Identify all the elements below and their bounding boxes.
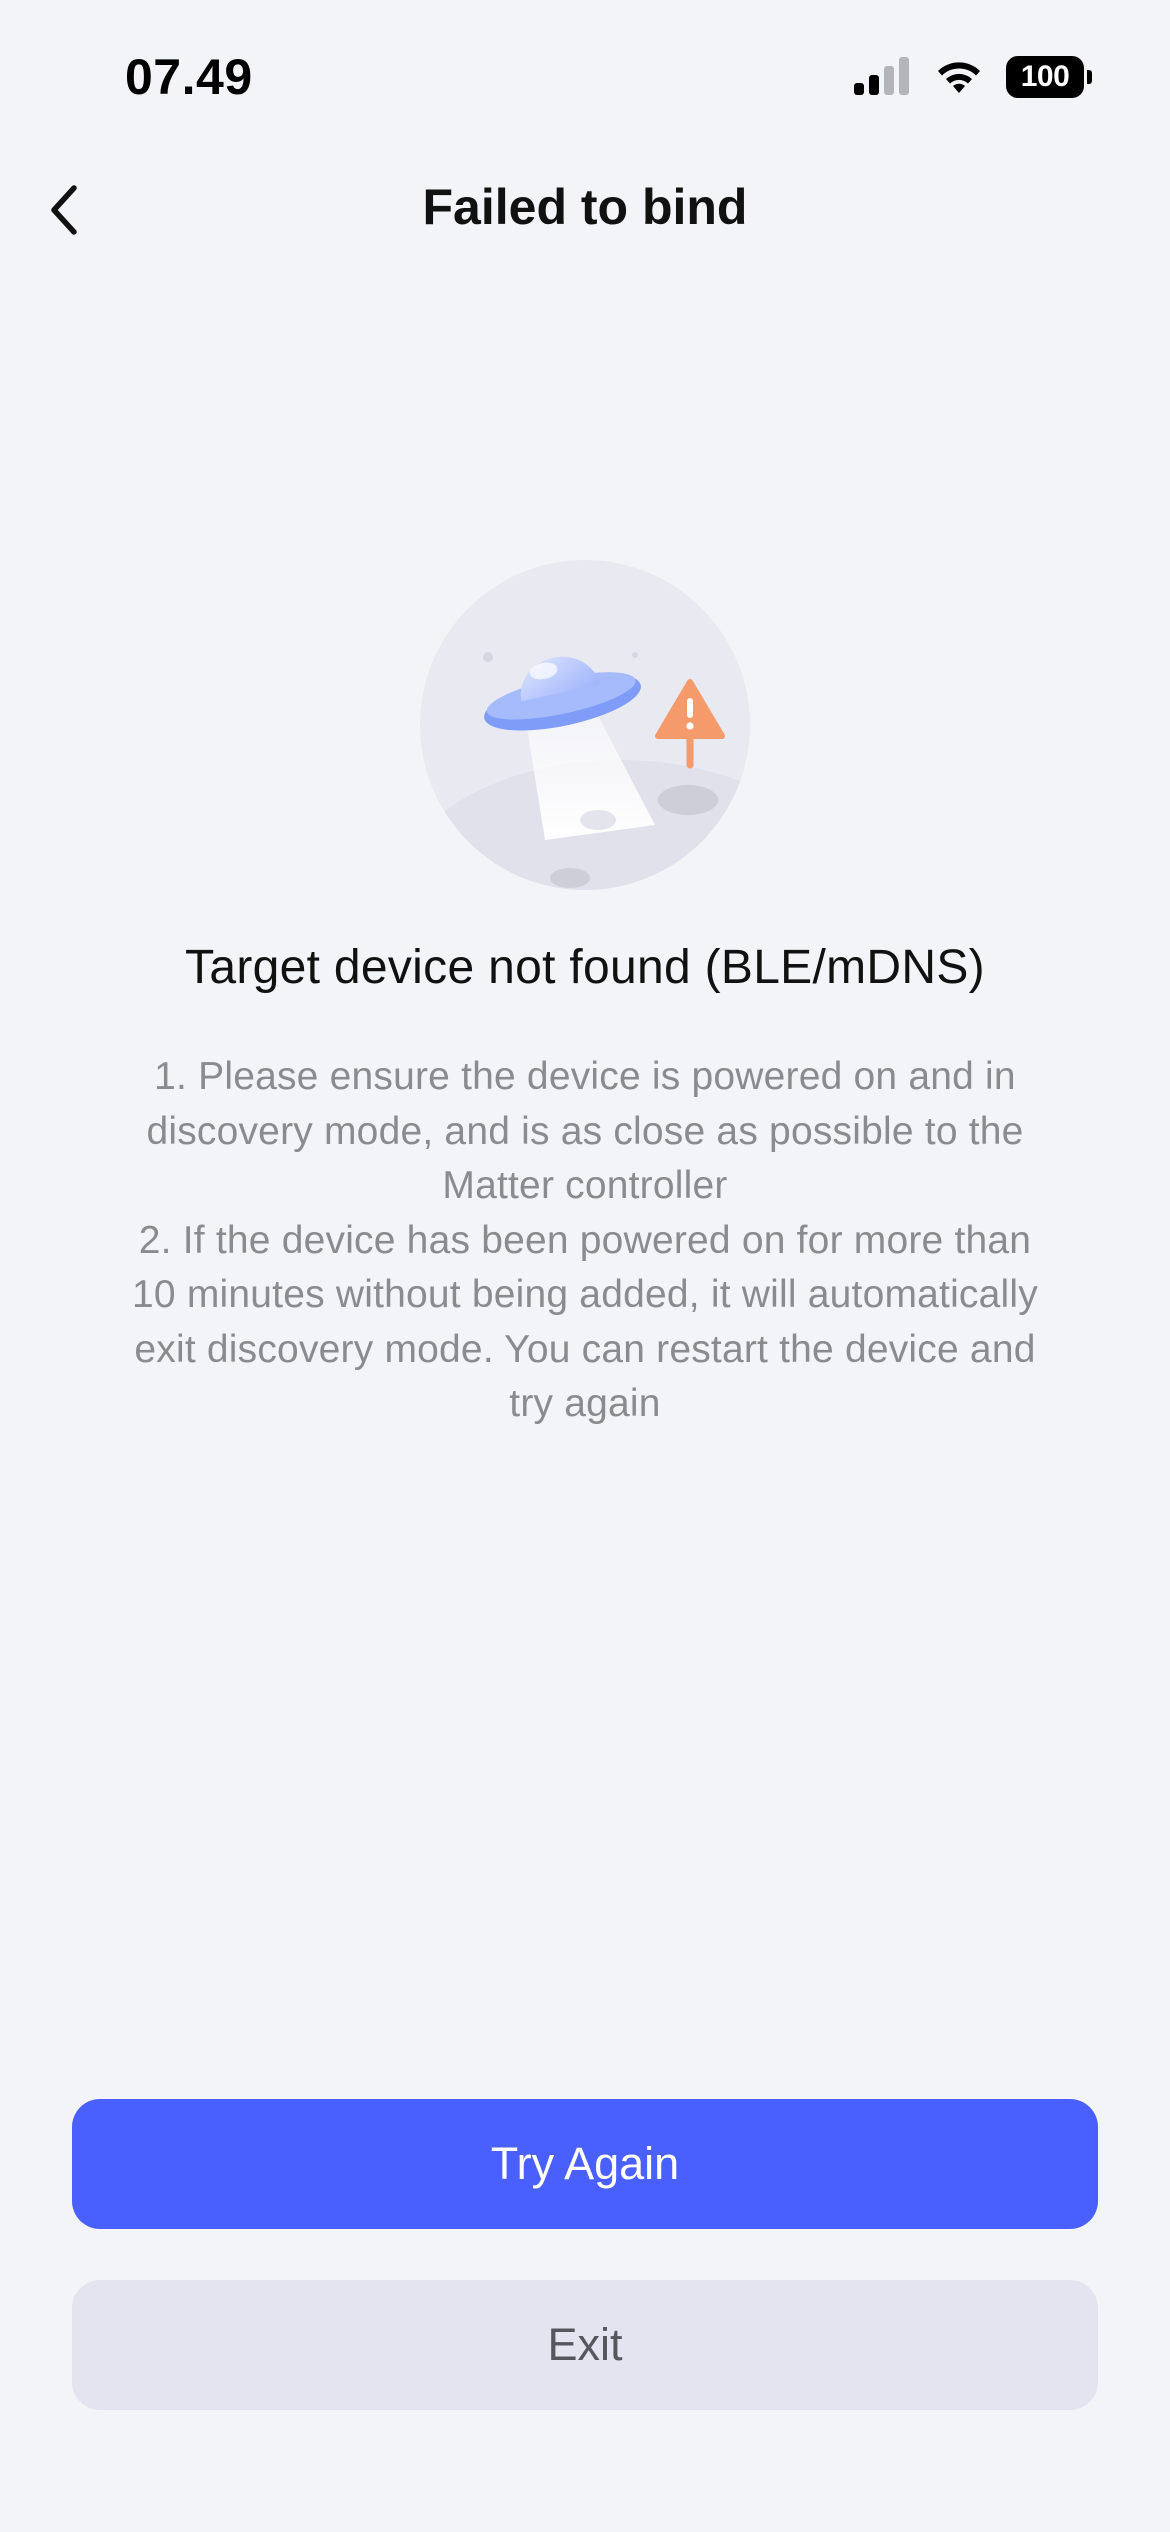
battery-cap: [1087, 70, 1092, 84]
ufo-warning-illustration: [420, 560, 750, 890]
error-heading: Target device not found (BLE/mDNS): [185, 941, 985, 994]
tip-item: 1. Please ensure the device is powered o…: [146, 1055, 1024, 1207]
cellular-signal-icon: [854, 57, 909, 95]
battery-icon: 100: [1006, 56, 1092, 98]
try-again-button[interactable]: Try Again: [72, 2099, 1098, 2229]
status-icons: 100: [852, 52, 1092, 102]
status-bar: 07.49 100: [0, 0, 1170, 150]
nav-bar: Failed to bind: [0, 150, 1170, 270]
wifi-icon: [938, 62, 980, 93]
page-title: Failed to bind: [422, 179, 748, 235]
battery-level: 100: [1006, 56, 1084, 98]
error-tips: 1. Please ensure the device is powered o…: [130, 1050, 1040, 1432]
status-time: 07.49: [125, 49, 253, 105]
tip-item: 2. If the device has been powered on for…: [132, 1218, 1038, 1426]
exit-button[interactable]: Exit: [72, 2280, 1098, 2410]
